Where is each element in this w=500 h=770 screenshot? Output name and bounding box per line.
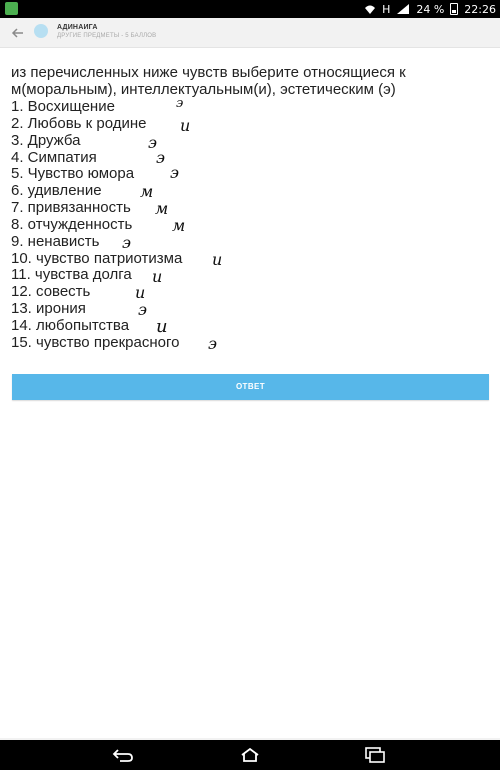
question-header: АДИНАИГА ДРУГИЕ ПРЕДМЕТЫ - 5 БАЛЛОВ xyxy=(0,18,500,48)
handwritten-mark: и xyxy=(152,267,163,286)
battery-icon xyxy=(450,3,459,15)
question-content: из перечисленных ниже чувств выберите от… xyxy=(0,48,500,738)
question-text: из перечисленных ниже чувств выберите от… xyxy=(11,64,406,98)
battery-percent: 24 % xyxy=(416,2,445,16)
answer-button[interactable]: ОТВЕТ xyxy=(12,374,489,400)
nav-back-icon[interactable] xyxy=(110,746,136,764)
handwritten-mark: и xyxy=(156,316,168,337)
avatar[interactable] xyxy=(34,24,48,38)
signal-icon xyxy=(397,4,410,14)
nav-home-icon[interactable] xyxy=(237,746,263,764)
handwritten-mark: э xyxy=(208,334,217,353)
network-type-label: H xyxy=(382,2,391,16)
handwritten-mark: э xyxy=(170,163,179,182)
status-bar: H 24 % 22:26 xyxy=(0,0,500,18)
author-username[interactable]: АДИНАИГА xyxy=(57,24,98,31)
clock: 22:26 xyxy=(464,2,496,16)
list-item: 8. отчужденность xyxy=(11,215,133,233)
list-item: 6. удивление xyxy=(11,182,102,200)
subject-label: ДРУГИЕ ПРЕДМЕТЫ - 5 БАЛЛОВ xyxy=(57,33,157,39)
handwritten-mark: м xyxy=(172,216,186,235)
arrow-left-icon[interactable] xyxy=(8,23,28,43)
app-notification-icon xyxy=(5,2,18,15)
list-item: 5. Чувство юмора xyxy=(11,165,135,183)
handwritten-mark: э xyxy=(138,300,147,319)
list-item: 2. Любовь к родине xyxy=(11,114,147,132)
wifi-icon xyxy=(365,5,376,14)
status-indicators: H 24 % 22:26 xyxy=(364,1,496,17)
handwritten-mark: и xyxy=(212,250,223,269)
list-item: 1. Восхищение xyxy=(11,98,115,115)
list-item: 13. ирония xyxy=(11,300,86,318)
list-item: 9. ненависть xyxy=(11,232,100,250)
navigation-bar xyxy=(0,740,500,770)
nav-recent-icon[interactable] xyxy=(362,746,388,764)
handwritten-mark: м xyxy=(140,182,154,201)
list-item: 10. чувство патриотизма xyxy=(11,249,183,267)
handwritten-mark: э xyxy=(156,148,165,167)
handwritten-mark: и xyxy=(180,116,191,135)
handwritten-mark: м xyxy=(155,199,169,218)
handwritten-mark: э xyxy=(176,96,184,111)
handwritten-mark: э xyxy=(122,233,131,252)
